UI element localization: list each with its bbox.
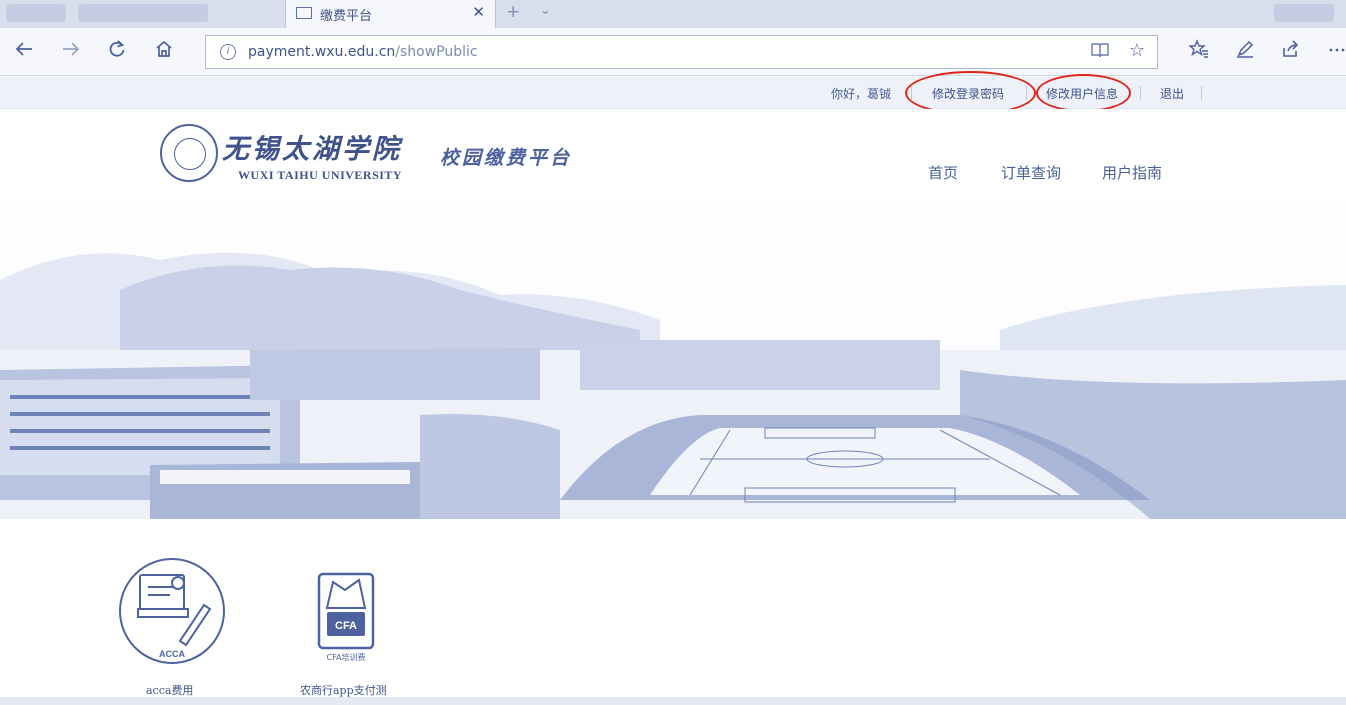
- divider: [911, 86, 912, 100]
- nav-order-query[interactable]: 订单查询: [1001, 162, 1061, 183]
- refresh-icon[interactable]: [104, 39, 130, 65]
- active-tab[interactable]: 缴费平台 ✕: [285, 0, 496, 28]
- acca-badge: ACCA: [159, 649, 185, 659]
- url-text: payment.wxu.edu.cn/showPublic: [248, 44, 478, 60]
- university-name-cn: 无锡太湖学院: [222, 134, 402, 165]
- acca-icon: ACCA: [119, 558, 225, 664]
- close-tab-icon[interactable]: ✕: [472, 3, 485, 21]
- forward-icon[interactable]: [58, 39, 84, 65]
- page-icon: [296, 7, 312, 19]
- new-tab-icon[interactable]: +: [506, 2, 520, 22]
- cfa-service-tile[interactable]: CFA CFA培训费: [317, 570, 377, 664]
- divider: [1201, 86, 1202, 100]
- divider: [1140, 86, 1141, 100]
- nav-home[interactable]: 首页: [928, 162, 958, 183]
- edit-user-info-link[interactable]: 修改用户信息: [1046, 85, 1118, 102]
- browser-tab-strip: 缴费平台 ✕ + ⌄: [0, 0, 1346, 28]
- cfa-caption: CFA培训费: [327, 652, 366, 662]
- back-icon[interactable]: [11, 39, 37, 65]
- cfa-icon: CFA CFA培训费: [317, 572, 375, 662]
- site-header: 无锡太湖学院 WUXI TAIHU UNIVERSITY 校园缴费平台 首页 订…: [0, 109, 1346, 200]
- cfa-badge: CFA: [335, 620, 357, 632]
- greeting-text: 你好，葛铖: [831, 87, 892, 101]
- platform-title: 校园缴费平台: [440, 147, 573, 169]
- inactive-tab[interactable]: [78, 4, 208, 22]
- logout-link[interactable]: 退出: [1160, 85, 1184, 102]
- tab-list-icon[interactable]: ⌄: [540, 3, 551, 18]
- acca-service-label[interactable]: acca费用: [146, 682, 193, 698]
- reading-view-icon[interactable]: [1091, 42, 1109, 62]
- tab-title: 缴费平台: [320, 9, 373, 24]
- university-name-en: WUXI TAIHU UNIVERSITY: [238, 168, 403, 182]
- campus-banner-image: [0, 200, 1346, 519]
- acca-service-tile[interactable]: ACCA: [118, 557, 228, 667]
- notes-icon[interactable]: [1232, 39, 1258, 65]
- nav-user-guide[interactable]: 用户指南: [1102, 162, 1162, 183]
- share-icon[interactable]: [1278, 39, 1304, 65]
- divider: [1026, 86, 1027, 100]
- cfa-service-label[interactable]: 农商行app支付测: [300, 682, 387, 698]
- address-bar[interactable]: i payment.wxu.edu.cn/showPublic ☆: [205, 35, 1158, 69]
- change-password-link[interactable]: 修改登录密码: [932, 85, 1004, 102]
- user-bar: 你好，葛铖 修改登录密码 修改用户信息 退出: [0, 77, 1346, 109]
- browser-navbar: i payment.wxu.edu.cn/showPublic ☆: [0, 28, 1346, 76]
- horizontal-scrollbar[interactable]: [0, 697, 1346, 705]
- favorite-star-icon[interactable]: ☆: [1129, 40, 1145, 61]
- inactive-tab[interactable]: [6, 4, 66, 22]
- more-icon[interactable]: [1324, 39, 1346, 65]
- university-seal-icon: [160, 124, 218, 182]
- window-controls[interactable]: [1274, 4, 1334, 22]
- info-icon[interactable]: i: [220, 44, 236, 60]
- favorites-icon[interactable]: [1186, 39, 1212, 65]
- home-icon[interactable]: [151, 39, 177, 65]
